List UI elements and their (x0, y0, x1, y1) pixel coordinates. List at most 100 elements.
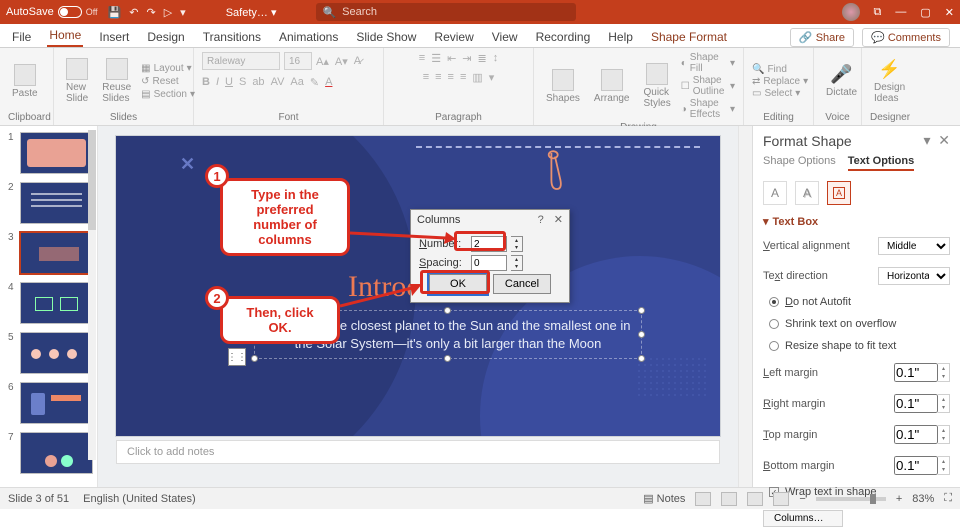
comments-button[interactable]: 💬 Comments (862, 28, 950, 47)
reset-button[interactable]: ↺ Reset (141, 76, 195, 87)
shadow-icon[interactable]: ab (252, 76, 264, 89)
select-button[interactable]: ▭ Select ▾ (752, 88, 808, 99)
thumb-6[interactable]: 6 (8, 382, 93, 424)
normal-view-icon[interactable] (695, 492, 711, 506)
design-ideas-button[interactable]: ⚡Design Ideas (870, 57, 909, 106)
close-icon[interactable]: ✕ (945, 6, 954, 19)
section-button[interactable]: ▤ Section ▾ (141, 89, 195, 100)
indent-decrease-icon[interactable]: ⇤ (447, 52, 456, 65)
spinner-icon[interactable]: ▴▾ (938, 425, 950, 444)
slideshow-view-icon[interactable] (773, 492, 789, 506)
shrink-font-icon[interactable]: A▾ (335, 55, 348, 68)
tab-view[interactable]: View (490, 27, 520, 47)
text-fill-tab-icon[interactable]: A (763, 181, 787, 205)
top-margin-input[interactable] (894, 425, 938, 444)
section-text-box[interactable]: ▾Text Box (763, 215, 950, 228)
zoom-out-icon[interactable]: − (799, 493, 805, 505)
language-indicator[interactable]: English (United States) (83, 493, 196, 505)
quick-styles-button[interactable]: Quick Styles (640, 61, 675, 111)
arrange-button[interactable]: Arrange (590, 67, 634, 106)
tab-animations[interactable]: Animations (277, 27, 340, 47)
zoom-slider[interactable] (816, 497, 886, 501)
shape-outline-button[interactable]: ☐ Shape Outline ▾ (681, 75, 735, 97)
pane-dropdown-icon[interactable]: ▾ (923, 132, 930, 149)
case-icon[interactable]: Aa (290, 76, 303, 89)
valign-select[interactable]: Middle (878, 237, 950, 255)
font-color-icon[interactable]: A (325, 76, 332, 89)
textbox-floating-toolbar[interactable]: ⋮⋮ (228, 348, 246, 366)
font-name-combo[interactable] (202, 52, 280, 70)
new-slide-button[interactable]: New Slide (62, 56, 92, 106)
text-effects-tab-icon[interactable]: A (795, 181, 819, 205)
thumb-3[interactable]: 3 (8, 232, 93, 274)
columns-icon[interactable]: ▥ (472, 71, 482, 84)
reading-view-icon[interactable] (747, 492, 763, 506)
resize-handle[interactable] (444, 307, 451, 314)
autofit-none-radio[interactable]: Do not Autofit (769, 296, 950, 308)
slide-counter[interactable]: Slide 3 of 51 (8, 493, 69, 505)
bold-icon[interactable]: B (202, 76, 210, 89)
shape-fill-button[interactable]: ◐ Shape Fill ▾ (681, 52, 735, 74)
shape-effects-button[interactable]: ◑ Shape Effects ▾ (681, 98, 735, 120)
undo-icon[interactable]: ↶ (129, 6, 138, 19)
notes-toggle[interactable]: ▤ Notes (643, 492, 685, 505)
dialog-help-icon[interactable]: ? (538, 214, 544, 226)
subtab-shape-options[interactable]: Shape Options (763, 155, 836, 171)
autofit-resize-radio[interactable]: Resize shape to fit text (769, 340, 950, 352)
grow-font-icon[interactable]: A▴ (316, 55, 329, 68)
right-margin-input[interactable] (894, 394, 938, 413)
cancel-button[interactable]: Cancel (493, 274, 551, 294)
subtab-text-options[interactable]: Text Options (848, 155, 914, 171)
textbox-tab-icon[interactable]: A (827, 181, 851, 205)
highlight-icon[interactable]: ✎ (310, 76, 319, 89)
numbering-icon[interactable]: ☰ (431, 52, 441, 65)
tab-shape-format[interactable]: Shape Format (649, 27, 729, 47)
dictate-button[interactable]: 🎤Dictate (822, 62, 861, 100)
tab-transitions[interactable]: Transitions (201, 27, 263, 47)
line-spacing-icon[interactable]: ≣ (478, 52, 487, 65)
resize-handle[interactable] (638, 331, 645, 338)
zoom-in-icon[interactable]: + (896, 493, 902, 505)
textdir-select[interactable]: Horizontal (878, 267, 950, 285)
tab-insert[interactable]: Insert (97, 27, 131, 47)
align-center-icon[interactable]: ≡ (435, 71, 441, 84)
thumb-4[interactable]: 4 (8, 282, 93, 324)
thumb-7[interactable]: 7 (8, 432, 93, 474)
find-button[interactable]: 🔍 Find (752, 64, 808, 75)
tab-help[interactable]: Help (606, 27, 635, 47)
minimize-icon[interactable]: — (895, 6, 906, 18)
save-icon[interactable]: 💾 (108, 6, 122, 19)
maximize-icon[interactable]: ▢ (920, 6, 930, 19)
canvas-scrollbar[interactable] (738, 126, 752, 487)
thumb-2[interactable]: 2 (8, 182, 93, 224)
spinner-icon[interactable]: ▴▾ (511, 255, 523, 271)
align-right-icon[interactable]: ≡ (448, 71, 454, 84)
replace-button[interactable]: ⇄ Replace ▾ (752, 76, 808, 87)
clear-format-icon[interactable]: A̷ (354, 55, 361, 68)
thumb-5[interactable]: 5 (8, 332, 93, 374)
document-title[interactable]: Safety… ▾ (226, 6, 277, 19)
autosave-switch-icon[interactable] (58, 6, 82, 18)
resize-handle[interactable] (444, 355, 451, 362)
layout-button[interactable]: ▦ Layout ▾ (141, 63, 195, 74)
tab-slideshow[interactable]: Slide Show (354, 27, 418, 47)
thumb-scrollbar[interactable] (88, 130, 96, 460)
autofit-shrink-radio[interactable]: Shrink text on overflow (769, 318, 950, 330)
bullets-icon[interactable]: ≡ (419, 52, 425, 65)
align-left-icon[interactable]: ≡ (423, 71, 429, 84)
spinner-icon[interactable]: ▴▾ (938, 394, 950, 413)
char-spacing-icon[interactable]: AV (271, 76, 285, 89)
pane-close-icon[interactable]: ✕ (938, 132, 950, 149)
indent-increase-icon[interactable]: ⇥ (462, 52, 471, 65)
tab-recording[interactable]: Recording (534, 27, 593, 47)
qat-more-icon[interactable]: ▾ (180, 6, 186, 19)
spacing-input[interactable] (471, 255, 507, 271)
tab-file[interactable]: File (10, 27, 33, 47)
underline-icon[interactable]: U (225, 76, 233, 89)
tab-home[interactable]: Home (47, 25, 83, 47)
shapes-button[interactable]: Shapes (542, 67, 584, 106)
bottom-margin-input[interactable] (894, 456, 938, 475)
sorter-view-icon[interactable] (721, 492, 737, 506)
text-direction-icon[interactable]: ↕ (493, 52, 499, 65)
fit-to-window-icon[interactable]: ⛶ (944, 492, 952, 505)
